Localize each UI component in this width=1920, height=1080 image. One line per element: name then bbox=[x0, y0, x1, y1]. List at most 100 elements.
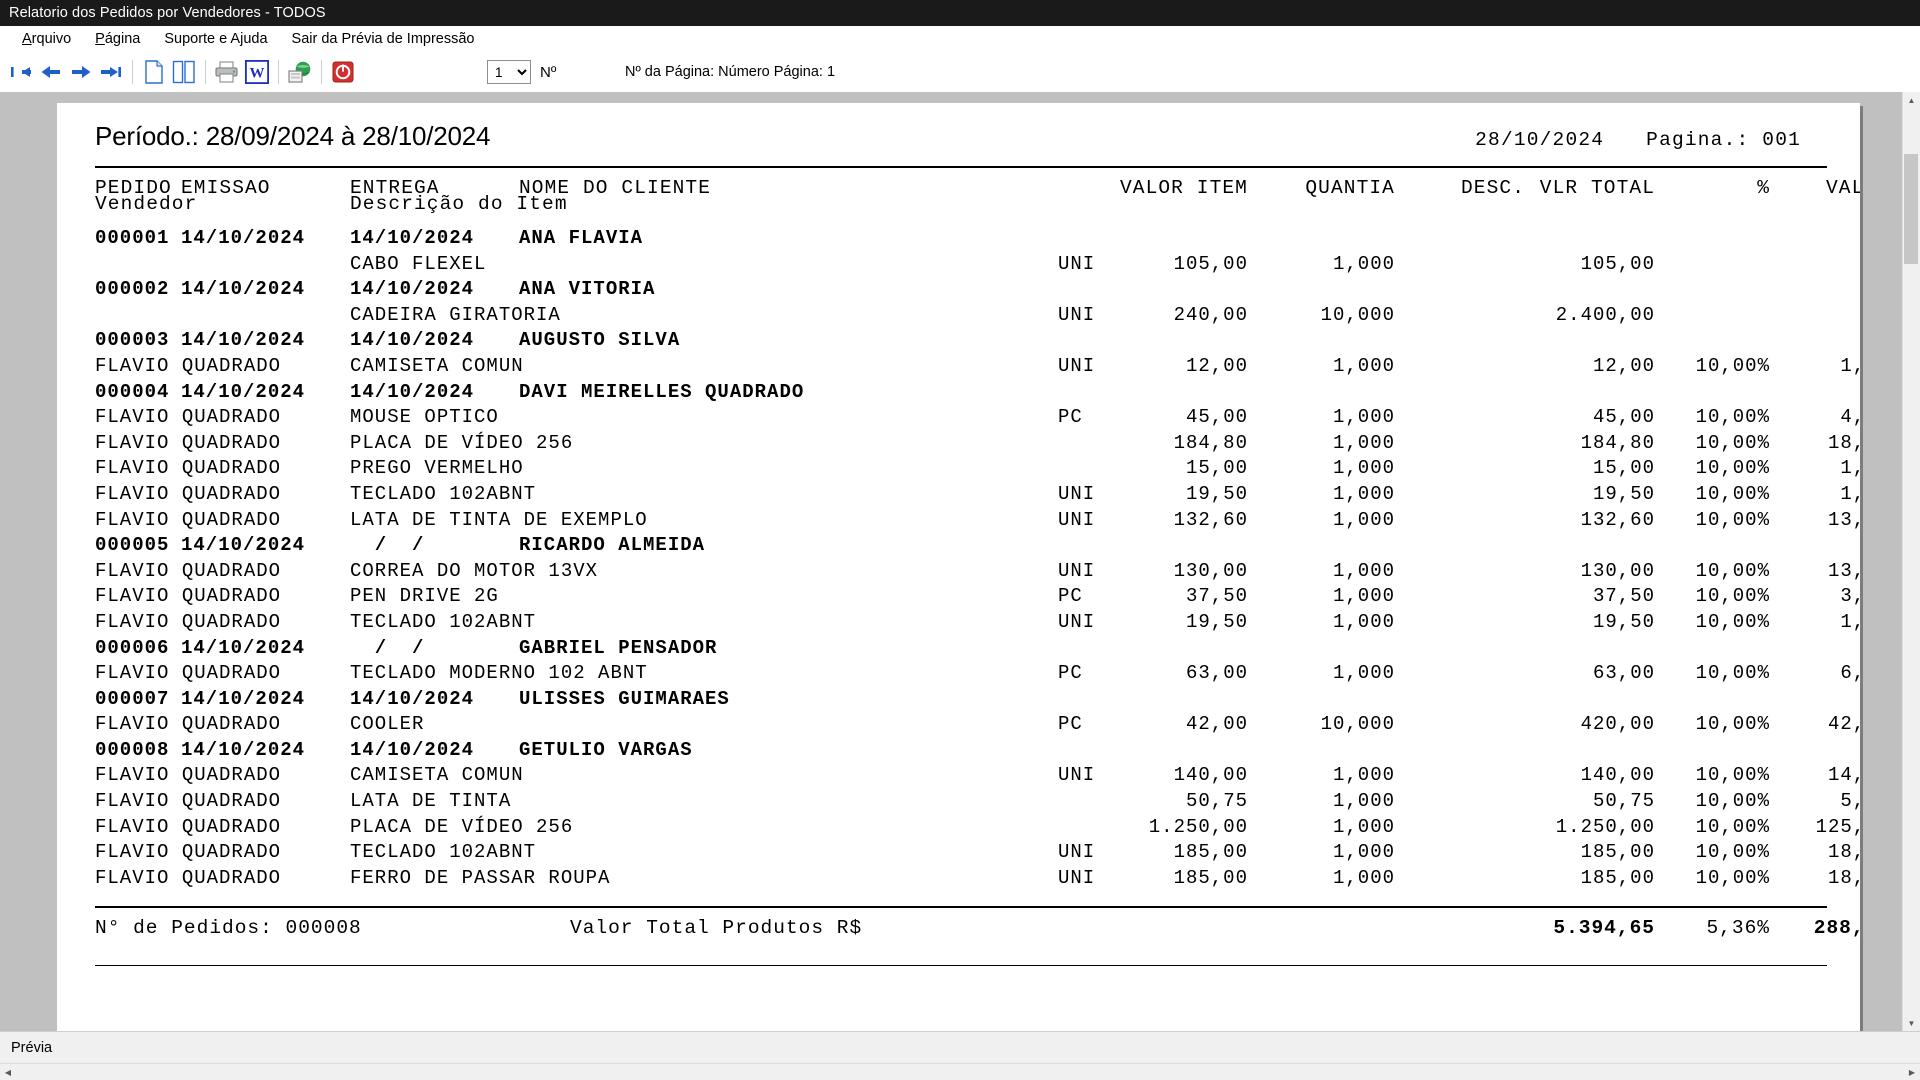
cell-valor: 14,00 bbox=[1827, 764, 1860, 787]
toolbar: W 1 Nº Nº da Página: Número Página: 1 bbox=[0, 52, 1920, 93]
cell-vendedor: FLAVIO QUADRADO bbox=[95, 457, 282, 480]
order-row: 000004 14/10/2024 14/10/2024 DAVI MEIRELLES… bbox=[95, 381, 1827, 407]
cell-valor: 4,50 bbox=[1840, 406, 1860, 429]
cell-valor: 6,30 bbox=[1840, 662, 1860, 685]
cell-descricao: PREGO VERMELHO bbox=[350, 457, 524, 480]
report-totals-row: N° de Pedidos: 000008 Valor Total Produt… bbox=[95, 908, 1860, 957]
cell-vendedor: FLAVIO QUADRADO bbox=[95, 841, 282, 864]
print-button[interactable] bbox=[212, 57, 242, 87]
vertical-scrollbar[interactable]: ▲ ▼ bbox=[1902, 92, 1920, 1032]
cell-descricao: LATA DE TINTA bbox=[350, 790, 512, 813]
cell-perc: 10,00% bbox=[1695, 559, 1770, 582]
item-row: FLAVIO QUADRADO PLACA DE VÍDEO 256 184,80 1… bbox=[95, 431, 1860, 458]
order-row: 000008 14/10/2024 14/10/2024 GETULIO VARGAS bbox=[95, 739, 1827, 765]
last-page-button[interactable] bbox=[96, 57, 126, 87]
cell-cliente: ANA FLAVIA bbox=[519, 227, 644, 249]
cell-descricao: TECLADO 102ABNT bbox=[350, 610, 537, 633]
cell-emissao: 14/10/2024 bbox=[181, 227, 306, 249]
item-row: CADEIRA GIRATORIA UNI 240,00 10,000 2.400,00 bbox=[95, 304, 1827, 330]
cell-vendedor: FLAVIO QUADRADO bbox=[95, 866, 282, 889]
cell-entrega: 14/10/2024 bbox=[350, 738, 475, 761]
print-icon bbox=[215, 61, 238, 83]
menu-item-suporte-e-ajuda[interactable]: Suporte e Ajuda bbox=[152, 29, 279, 49]
cell-valor: 125,00 bbox=[1815, 815, 1860, 838]
single-page-view-button[interactable] bbox=[139, 57, 169, 87]
window-titlebar: Relatorio dos Pedidos por Vendedores - T… bbox=[0, 0, 1920, 26]
cell-descricao: LATA DE TINTA DE EXEMPLO bbox=[350, 508, 648, 531]
export-html-button[interactable] bbox=[285, 57, 315, 87]
cell-vlr-total: 63,00 bbox=[1592, 662, 1655, 685]
cell-vendedor: FLAVIO QUADRADO bbox=[95, 815, 282, 838]
cell-vendedor: FLAVIO QUADRADO bbox=[95, 354, 282, 377]
cell-un: PC bbox=[1058, 406, 1083, 429]
cell-descricao: MOUSE OPTICO bbox=[350, 406, 499, 429]
page-select[interactable]: 1 bbox=[487, 60, 531, 84]
cell-vendedor: FLAVIO QUADRADO bbox=[95, 508, 282, 531]
cell-valor: 13,00 bbox=[1827, 559, 1860, 582]
report-date: 28/10/2024 bbox=[1475, 129, 1605, 151]
cell-vendedor: FLAVIO QUADRADO bbox=[95, 431, 282, 454]
export-word-icon: W bbox=[245, 60, 269, 84]
cell-valor-item: 19,50 bbox=[1185, 482, 1248, 505]
order-row: 000001 14/10/2024 14/10/2024 ANA FLAVIA bbox=[95, 227, 1827, 253]
cell-cliente: GABRIEL PENSADOR bbox=[519, 636, 718, 659]
two-page-view-button[interactable] bbox=[169, 57, 199, 87]
cell-entrega: / / bbox=[350, 534, 425, 557]
scroll-up-icon[interactable]: ▲ bbox=[1903, 92, 1920, 109]
cell-valor-item: 1.250,00 bbox=[1148, 815, 1248, 838]
cell-un: PC bbox=[1058, 713, 1083, 736]
exit-button[interactable] bbox=[328, 57, 358, 87]
next-page-button[interactable] bbox=[66, 57, 96, 87]
item-row: CABO FLEXEL UNI 105,00 1,000 105,00 bbox=[95, 253, 1827, 279]
cell-vendedor: FLAVIO QUADRADO bbox=[95, 764, 282, 787]
cell-vendedor: FLAVIO QUADRADO bbox=[95, 559, 282, 582]
page-info-text: Nº da Página: Número Página: 1 bbox=[625, 64, 836, 80]
cell-perc: 10,00% bbox=[1695, 610, 1770, 633]
scroll-down-icon[interactable]: ▼ bbox=[1903, 1015, 1920, 1032]
cell-quantia: 10,000 bbox=[1320, 303, 1395, 326]
menu-item-sair-da-previa[interactable]: Sair da Prévia de Impressão bbox=[280, 29, 487, 49]
cell-perc: 10,00% bbox=[1695, 815, 1770, 838]
order-row: 000005 14/10/2024 / / RICARDO ALMEIDA bbox=[95, 534, 1827, 560]
cell-valor: 5,08 bbox=[1840, 790, 1860, 813]
last-page-icon bbox=[101, 67, 121, 77]
horizontal-scrollbar[interactable]: ◀ ▶ bbox=[0, 1063, 1920, 1080]
two-page-view-icon bbox=[172, 60, 195, 84]
scroll-left-icon[interactable]: ◀ bbox=[0, 1064, 16, 1080]
cell-pedido: 000002 bbox=[95, 278, 170, 301]
previous-page-button[interactable] bbox=[36, 57, 66, 87]
cell-un: UNI bbox=[1058, 482, 1096, 505]
cell-emissao: 14/10/2024 bbox=[181, 329, 306, 352]
cell-valor: 1,95 bbox=[1840, 610, 1860, 633]
order-row: 000006 14/10/2024 / / GABRIEL PENSADOR bbox=[95, 637, 1827, 663]
menu-item-arquivo-label: rquivo bbox=[31, 31, 72, 47]
cell-descricao: COOLER bbox=[350, 713, 425, 736]
cell-pedido: 000006 bbox=[95, 636, 170, 659]
cell-quantia: 1,000 bbox=[1332, 482, 1395, 505]
cell-valor-item: 50,75 bbox=[1185, 790, 1248, 813]
export-word-button[interactable]: W bbox=[242, 57, 272, 87]
cell-valor: 1,50 bbox=[1840, 457, 1860, 480]
column-header-quantia: QUANTIA bbox=[1305, 177, 1395, 199]
menu-item-arquivo[interactable]: Arquivo bbox=[10, 29, 83, 49]
vertical-scrollbar-thumb[interactable] bbox=[1904, 154, 1918, 264]
toolbar-separator-4 bbox=[321, 60, 322, 84]
cell-vlr-total: 185,00 bbox=[1580, 841, 1655, 864]
cell-vendedor: FLAVIO QUADRADO bbox=[95, 790, 282, 813]
cell-valor-item: 42,00 bbox=[1185, 713, 1248, 736]
cell-valor-item: 19,50 bbox=[1185, 610, 1248, 633]
scroll-right-icon[interactable]: ▶ bbox=[1904, 1064, 1920, 1080]
menu-item-sair-label: Sair da Prévia de Impressão bbox=[291, 31, 475, 47]
cell-descricao: CABO FLEXEL bbox=[350, 252, 487, 275]
first-page-button[interactable] bbox=[6, 57, 36, 87]
report-totals-section: N° de Pedidos: 000008 Valor Total Produt… bbox=[95, 906, 1860, 967]
item-row: FLAVIO QUADRADO PREGO VERMELHO 15,00 1,000 1… bbox=[95, 457, 1860, 483]
cell-emissao: 14/10/2024 bbox=[181, 278, 306, 301]
menu-item-pagina[interactable]: Página bbox=[83, 29, 152, 49]
report-header: Período.: 28/09/2024 à 28/10/2024 28/10/… bbox=[95, 103, 1827, 158]
cell-quantia: 1,000 bbox=[1332, 866, 1395, 889]
cell-vlr-total: 185,00 bbox=[1580, 866, 1655, 889]
cell-perc: 10,00% bbox=[1695, 662, 1770, 685]
cell-pedido: 000008 bbox=[95, 738, 170, 761]
cell-descricao: PLACA DE VÍDEO 256 bbox=[350, 815, 574, 838]
